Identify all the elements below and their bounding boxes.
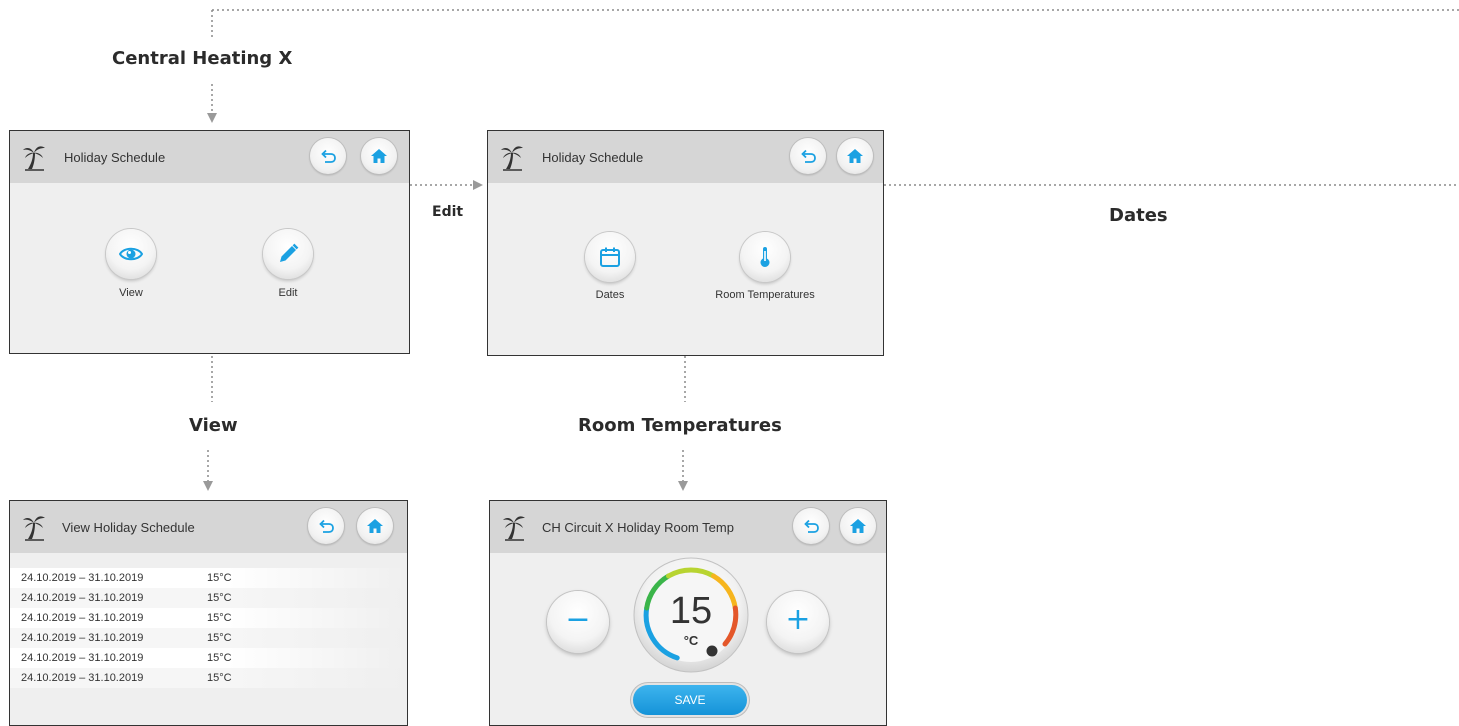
home-button[interactable] bbox=[837, 138, 873, 174]
palm-tree-icon bbox=[503, 516, 525, 541]
home-button[interactable] bbox=[361, 138, 397, 174]
home-icon bbox=[367, 519, 383, 533]
room-temp-screen: CH Circuit X Holiday Room Temp − 15 °C +… bbox=[489, 500, 887, 726]
screen-header: Holiday Schedule bbox=[488, 131, 883, 183]
palm-tree-icon bbox=[23, 516, 45, 541]
schedule-temp: 15°C bbox=[207, 612, 232, 624]
temperature-value: 15 bbox=[669, 590, 713, 632]
back-button[interactable] bbox=[310, 138, 346, 174]
palm-tree-icon bbox=[501, 146, 523, 171]
home-icon bbox=[847, 149, 863, 163]
holiday-schedule-screen: Holiday Schedule View Edit bbox=[9, 130, 410, 354]
palm-tree-icon bbox=[23, 146, 45, 171]
plus-icon: + bbox=[785, 602, 811, 637]
pencil-icon bbox=[280, 243, 299, 262]
back-button[interactable] bbox=[308, 508, 344, 544]
view-button[interactable] bbox=[106, 229, 156, 279]
view-flow-label: View bbox=[189, 415, 238, 436]
schedule-dates: 24.10.2019 – 31.10.2019 bbox=[21, 572, 144, 584]
screen-header: View Holiday Schedule bbox=[10, 501, 407, 553]
dates-button[interactable] bbox=[585, 232, 635, 282]
schedule-row[interactable]: 24.10.2019 – 31.10.2019 15°C bbox=[10, 628, 407, 648]
calendar-icon bbox=[600, 247, 620, 267]
schedule-dates: 24.10.2019 – 31.10.2019 bbox=[21, 672, 144, 684]
schedule-row[interactable]: 24.10.2019 – 31.10.2019 15°C bbox=[10, 608, 407, 628]
home-icon bbox=[850, 519, 866, 533]
increase-button[interactable]: + bbox=[767, 591, 829, 653]
back-button[interactable] bbox=[790, 138, 826, 174]
central-heating-label: Central Heating X bbox=[112, 48, 293, 69]
back-arrow-icon bbox=[801, 149, 816, 163]
schedule-temp: 15°C bbox=[207, 572, 232, 584]
schedule-temp: 15°C bbox=[207, 632, 232, 644]
home-icon bbox=[371, 149, 387, 163]
back-button[interactable] bbox=[793, 508, 829, 544]
schedule-dates: 24.10.2019 – 31.10.2019 bbox=[21, 612, 144, 624]
thermometer-icon bbox=[760, 247, 770, 267]
screen-title: Holiday Schedule bbox=[64, 150, 166, 165]
home-button[interactable] bbox=[840, 508, 876, 544]
schedule-dates: 24.10.2019 – 31.10.2019 bbox=[21, 592, 144, 604]
eye-icon bbox=[119, 247, 143, 261]
schedule-row[interactable]: 24.10.2019 – 31.10.2019 15°C bbox=[10, 568, 407, 588]
room-temperatures-button-label: Room Temperatures bbox=[715, 289, 815, 301]
screen-title: CH Circuit X Holiday Room Temp bbox=[542, 520, 734, 535]
back-arrow-icon bbox=[804, 519, 819, 533]
screen-header: Holiday Schedule bbox=[10, 131, 409, 183]
back-arrow-icon bbox=[321, 149, 336, 163]
back-arrow-icon bbox=[319, 519, 334, 533]
edit-holiday-schedule-screen: Holiday Schedule Dates Room Temperatures bbox=[487, 130, 884, 356]
temperature-unit: °C bbox=[683, 633, 699, 648]
screen-title: View Holiday Schedule bbox=[62, 520, 195, 535]
temperature-dial[interactable]: 15 °C bbox=[632, 556, 750, 674]
schedule-row[interactable]: 24.10.2019 – 31.10.2019 15°C bbox=[10, 588, 407, 608]
screen-title: Holiday Schedule bbox=[542, 150, 644, 165]
schedule-list: 24.10.2019 – 31.10.2019 15°C 24.10.2019 … bbox=[10, 568, 407, 688]
edit-button-label: Edit bbox=[278, 287, 298, 299]
view-holiday-schedule-screen: View Holiday Schedule 24.10.2019 – 31.10… bbox=[9, 500, 408, 726]
save-button[interactable]: SAVE bbox=[633, 685, 747, 715]
schedule-row[interactable]: 24.10.2019 – 31.10.2019 15°C bbox=[10, 668, 407, 688]
room-temperatures-flow-label: Room Temperatures bbox=[578, 415, 782, 436]
home-button[interactable] bbox=[357, 508, 393, 544]
dates-flow-label: Dates bbox=[1109, 205, 1168, 226]
edit-button[interactable] bbox=[263, 229, 313, 279]
schedule-temp: 15°C bbox=[207, 672, 232, 684]
schedule-temp: 15°C bbox=[207, 592, 232, 604]
schedule-temp: 15°C bbox=[207, 652, 232, 664]
minus-icon: − bbox=[565, 602, 591, 637]
schedule-dates: 24.10.2019 – 31.10.2019 bbox=[21, 652, 144, 664]
schedule-dates: 24.10.2019 – 31.10.2019 bbox=[21, 632, 144, 644]
dates-button-label: Dates bbox=[595, 289, 625, 301]
room-temperatures-button[interactable] bbox=[740, 232, 790, 282]
edit-flow-label: Edit bbox=[432, 204, 464, 220]
screen-header: CH Circuit X Holiday Room Temp bbox=[490, 501, 886, 553]
decrease-button[interactable]: − bbox=[547, 591, 609, 653]
view-button-label: View bbox=[119, 287, 143, 299]
schedule-row[interactable]: 24.10.2019 – 31.10.2019 15°C bbox=[10, 648, 407, 668]
